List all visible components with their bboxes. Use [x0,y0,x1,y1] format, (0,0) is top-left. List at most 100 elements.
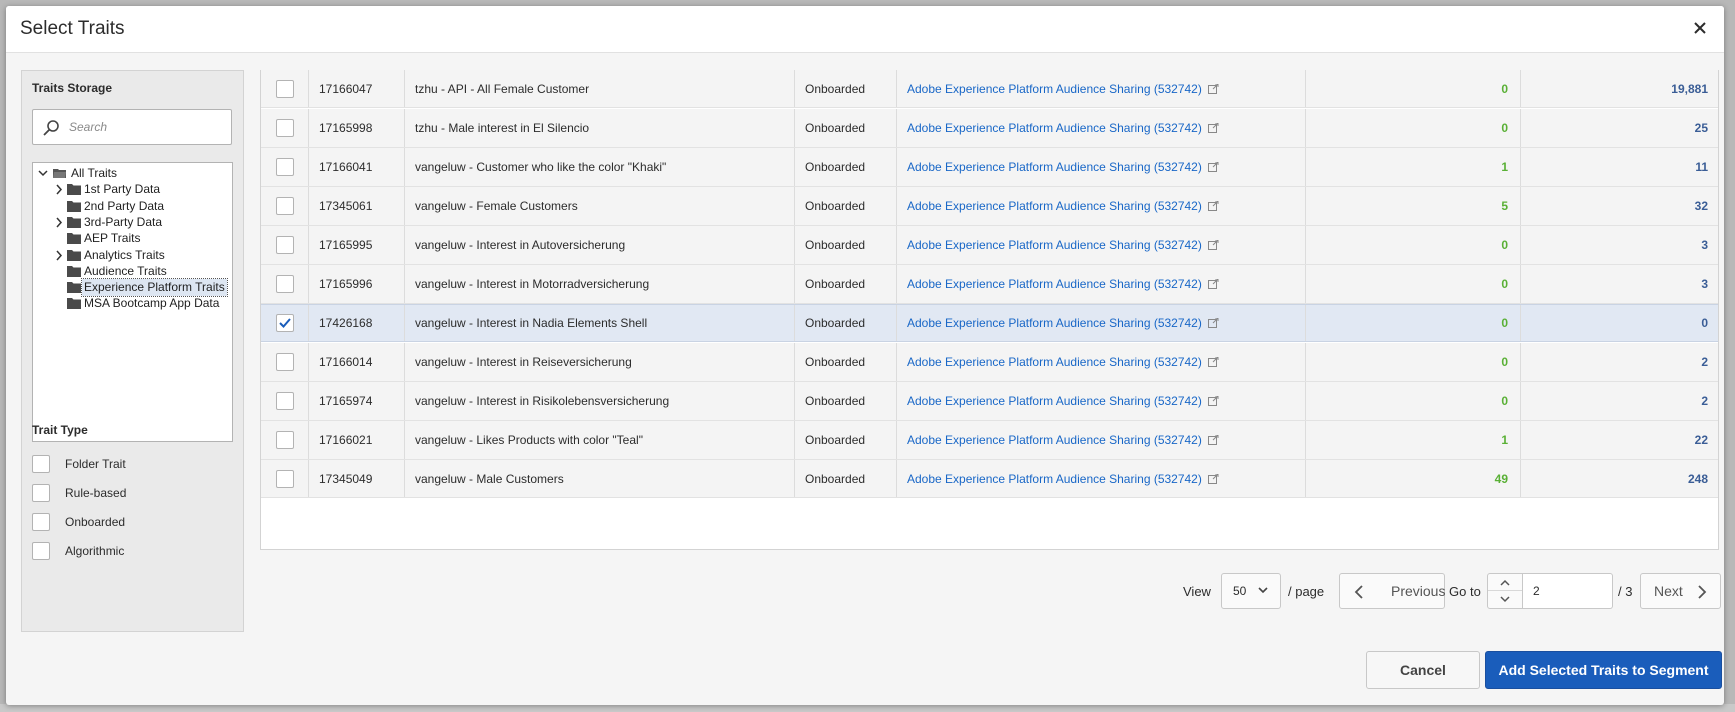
row-checkbox[interactable] [275,79,294,98]
row-checkbox[interactable] [275,314,294,332]
trait-id: 17166041 [309,148,405,186]
checkbox-cell [261,70,309,107]
data-source-cell: Adobe Experience Platform Audience Shari… [897,226,1306,264]
total-trait-population: 3 [1701,238,1708,252]
table-row[interactable]: 17345049 vangeluw - Male Customers Onboard… [261,460,1718,498]
data-source-link[interactable]: Adobe Experience Platform Audience Shari… [907,394,1202,408]
checkbox-cell [261,148,309,186]
traits-table: 17166047 tzhu - API - All Female Customer… [260,70,1719,550]
chevron-right-icon[interactable] [53,247,65,264]
data-source-cell: Adobe Experience Platform Audience Shari… [897,305,1306,341]
unique-trait-realizations: 0 [1306,226,1521,264]
chevron-down-icon[interactable] [37,165,49,182]
row-checkbox[interactable] [275,197,294,215]
checkbox[interactable] [32,484,50,502]
data-source-link[interactable]: Adobe Experience Platform Audience Shari… [907,472,1202,486]
traits-tree[interactable]: All Traits 1st Party Data 2nd Party Data 3r… [32,162,233,442]
checkbox[interactable] [32,513,50,531]
table-row[interactable]: 17165998 tzhu - Male interest in El Silen… [261,109,1718,148]
data-source-link[interactable]: Adobe Experience Platform Audience Shari… [907,355,1202,369]
tree-item[interactable]: All Traits [37,165,228,182]
data-source-link[interactable]: Adobe Experience Platform Audience Shari… [907,121,1202,135]
trait-id: 17165998 [309,109,405,147]
add-selected-traits-button[interactable]: Add Selected Traits to Segment [1485,651,1722,689]
tree-item-label: 2nd Party Data [84,198,165,213]
trait-id: 17165996 [309,265,405,303]
external-link-icon[interactable] [1207,240,1219,250]
tree-item-label: All Traits [71,166,118,180]
unique-trait-realizations: 49 [1306,460,1521,497]
data-source-link[interactable]: Adobe Experience Platform Audience Shari… [907,160,1202,174]
external-link-icon[interactable] [1207,201,1219,211]
external-link-icon[interactable] [1207,279,1219,289]
row-checkbox[interactable] [275,119,294,137]
data-source-link[interactable]: Adobe Experience Platform Audience Shari… [907,238,1202,252]
table-row[interactable]: 17165995 vangeluw - Interest in Autoversi… [261,226,1718,265]
data-source-link[interactable]: Adobe Experience Platform Audience Shari… [907,82,1202,96]
total-trait-population: 22 [1694,433,1708,447]
previous-button[interactable]: Previous [1339,573,1445,609]
tree-item[interactable]: Experience Platform Traits [53,278,228,298]
table-row[interactable]: 17166047 tzhu - API - All Female Customer… [261,70,1718,108]
external-link-icon[interactable] [1207,123,1219,133]
table-row[interactable]: 17166041 vangeluw - Customer who like the… [261,148,1718,187]
cancel-button[interactable]: Cancel [1366,651,1480,689]
tree-item[interactable]: AEP Traits [53,230,228,247]
trait-name: vangeluw - Interest in Reiseversicherung [405,343,795,381]
close-icon[interactable] [1690,18,1710,38]
trait-name: tzhu - API - All Female Customer [405,70,795,107]
data-source-link[interactable]: Adobe Experience Platform Audience Shari… [907,433,1202,447]
data-source-link[interactable]: Adobe Experience Platform Audience Shari… [907,199,1202,213]
tree-item[interactable]: Analytics Traits [53,247,228,264]
tree-item[interactable]: 3rd-Party Data [53,214,228,231]
chevron-down-icon [1258,587,1268,594]
row-checkbox[interactable] [275,431,294,449]
checkbox[interactable] [32,455,50,473]
row-checkbox[interactable] [275,392,294,410]
search-input[interactable] [69,118,224,136]
row-checkbox[interactable] [275,353,294,371]
row-checkbox[interactable] [275,469,294,488]
tree-item[interactable]: 1st Party Data [53,181,228,198]
chevron-right-icon[interactable] [53,181,65,198]
table-row[interactable]: 17345061 vangeluw - Female Customers Onboa… [261,187,1718,226]
external-link-icon[interactable] [1207,473,1219,484]
external-link-icon[interactable] [1207,162,1219,172]
external-link-icon[interactable] [1207,357,1219,367]
next-button[interactable]: Next [1640,573,1721,609]
external-link-icon[interactable] [1207,396,1219,406]
tree-item[interactable]: MSA Bootcamp App Data [53,295,228,312]
external-link-icon[interactable] [1207,435,1219,445]
folder-icon [67,249,81,261]
external-link-icon[interactable] [1207,83,1219,94]
per-page-select[interactable]: 50 [1221,573,1281,609]
external-link-icon[interactable] [1207,318,1219,328]
page-number-input[interactable] [1523,573,1613,609]
search-icon [43,120,59,136]
search-box[interactable] [32,109,232,145]
data-source-cell: Adobe Experience Platform Audience Shari… [897,460,1306,497]
checkbox[interactable] [32,542,50,560]
tree-item[interactable]: Audience Traits [53,263,228,280]
row-checkbox[interactable] [275,236,294,254]
per-page-value: 50 [1233,584,1247,598]
chevron-down-icon[interactable] [1488,591,1522,608]
page-stepper[interactable] [1487,573,1523,609]
data-source-cell: Adobe Experience Platform Audience Shari… [897,343,1306,381]
row-checkbox[interactable] [275,158,294,176]
table-row[interactable]: 17426168 vangeluw - Interest in Nadia Ele… [261,304,1718,342]
checkbox-cell [261,265,309,303]
chevron-up-icon[interactable] [1488,574,1522,591]
goto-label: Go to [1449,584,1481,599]
data-source-link[interactable]: Adobe Experience Platform Audience Shari… [907,316,1202,330]
table-row[interactable]: 17166014 vangeluw - Interest in Reisevers… [261,343,1718,382]
row-checkbox[interactable] [275,275,294,293]
total-trait-population: 25 [1694,121,1708,135]
table-row[interactable]: 17165996 vangeluw - Interest in Motorradv… [261,265,1718,304]
data-source-link[interactable]: Adobe Experience Platform Audience Shari… [907,277,1202,291]
tree-item[interactable]: 2nd Party Data [53,198,228,215]
table-row[interactable]: 17166021 vangeluw - Likes Products with c… [261,421,1718,460]
table-row[interactable]: 17165974 vangeluw - Interest in Risikoleb… [261,382,1718,421]
chevron-right-icon[interactable] [53,214,65,231]
tree-item-label: Experience Platform Traits [81,278,228,298]
